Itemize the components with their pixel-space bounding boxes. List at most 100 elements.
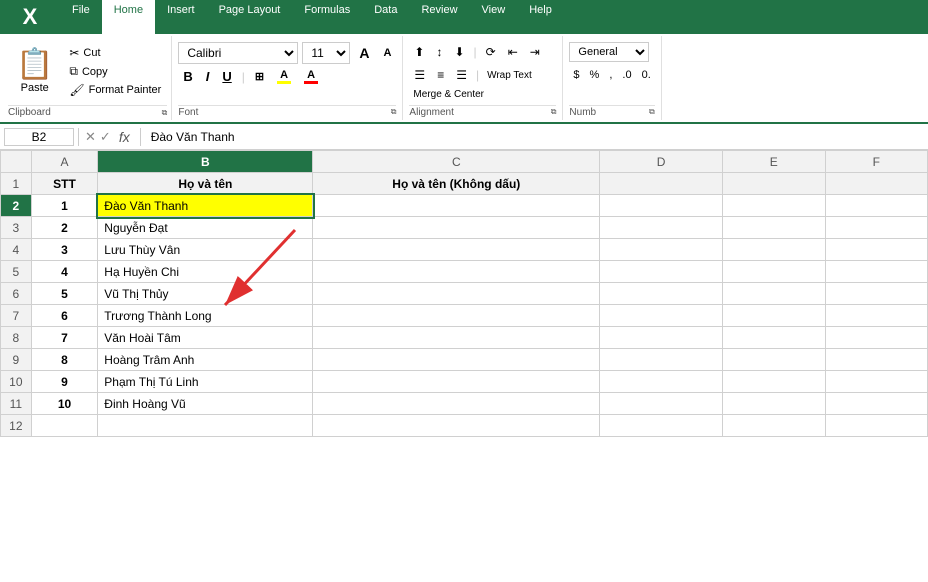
cell-D5[interactable] <box>600 261 723 283</box>
align-center-button[interactable]: ≡ <box>432 65 449 85</box>
row-header-10[interactable]: 10 <box>1 371 32 393</box>
tab-review[interactable]: Review <box>409 0 469 34</box>
font-grow-button[interactable]: A <box>354 43 374 63</box>
cell-C11[interactable] <box>313 393 600 415</box>
cell-B11[interactable]: Đinh Hoàng Vũ <box>98 393 313 415</box>
cell-E1[interactable] <box>723 173 825 195</box>
formula-cancel-button[interactable]: ✕ <box>83 129 98 145</box>
underline-button[interactable]: U <box>217 67 236 86</box>
cell-E7[interactable] <box>723 305 825 327</box>
col-header-b[interactable]: B <box>98 151 313 173</box>
font-expand-icon[interactable]: ⧉ <box>391 107 397 118</box>
decimal-increase-button[interactable]: .0 <box>618 66 635 84</box>
copy-button[interactable]: ⧉ Copy <box>65 62 165 81</box>
align-top-button[interactable]: ⬆ <box>409 42 429 62</box>
font-shrink-button[interactable]: A <box>378 45 396 61</box>
tab-data[interactable]: Data <box>362 0 409 34</box>
cell-F4[interactable] <box>825 239 927 261</box>
text-direction-button[interactable]: ⟳ <box>481 42 501 62</box>
cell-C6[interactable] <box>313 283 600 305</box>
cell-B8[interactable]: Văn Hoài Tâm <box>98 327 313 349</box>
cell-C5[interactable] <box>313 261 600 283</box>
font-color-button[interactable]: A <box>299 67 323 86</box>
row-header-3[interactable]: 3 <box>1 217 32 239</box>
cell-C10[interactable] <box>313 371 600 393</box>
cell-B9[interactable]: Hoàng Trâm Anh <box>98 349 313 371</box>
fill-color-button[interactable]: A <box>272 67 296 86</box>
cell-F10[interactable] <box>825 371 927 393</box>
cell-D4[interactable] <box>600 239 723 261</box>
cell-B1[interactable]: Họ và tên <box>98 173 313 195</box>
cell-D2[interactable] <box>600 195 723 217</box>
comma-button[interactable]: , <box>605 66 616 84</box>
cell-F11[interactable] <box>825 393 927 415</box>
paste-button[interactable]: 📋 Paste <box>8 38 61 105</box>
cell-B3[interactable]: Nguyễn Đạt <box>98 217 313 239</box>
cell-F8[interactable] <box>825 327 927 349</box>
alignment-expand-icon[interactable]: ⧉ <box>551 107 557 118</box>
row-header-4[interactable]: 4 <box>1 239 32 261</box>
cell-B4[interactable]: Lưu Thùy Vân <box>98 239 313 261</box>
cell-D7[interactable] <box>600 305 723 327</box>
cell-F12[interactable] <box>825 415 927 437</box>
cell-A1[interactable]: STT <box>31 173 98 195</box>
cell-C12[interactable] <box>313 415 600 437</box>
cell-F3[interactable] <box>825 217 927 239</box>
tab-view[interactable]: View <box>470 0 518 34</box>
col-header-a[interactable]: A <box>31 151 98 173</box>
cell-A8[interactable]: 7 <box>31 327 98 349</box>
row-header-8[interactable]: 8 <box>1 327 32 349</box>
cell-E4[interactable] <box>723 239 825 261</box>
cell-E6[interactable] <box>723 283 825 305</box>
row-header-5[interactable]: 5 <box>1 261 32 283</box>
cell-D12[interactable] <box>600 415 723 437</box>
col-header-f[interactable]: F <box>825 151 927 173</box>
cell-D8[interactable] <box>600 327 723 349</box>
indent-increase-button[interactable]: ⇥ <box>525 42 545 62</box>
cell-B12[interactable] <box>98 415 313 437</box>
cell-A3[interactable]: 2 <box>31 217 98 239</box>
cell-D10[interactable] <box>600 371 723 393</box>
clipboard-expand-icon[interactable]: ⧉ <box>162 108 168 118</box>
cell-F2[interactable] <box>825 195 927 217</box>
cell-B5[interactable]: Hạ Huyền Chi <box>98 261 313 283</box>
format-painter-button[interactable]: 🖌 Format Painter <box>65 81 165 99</box>
row-header-11[interactable]: 11 <box>1 393 32 415</box>
row-header-9[interactable]: 9 <box>1 349 32 371</box>
tab-page-layout[interactable]: Page Layout <box>207 0 293 34</box>
number-format-select[interactable]: General <box>569 42 649 62</box>
cut-button[interactable]: ✂ Cut <box>65 44 165 62</box>
tab-formulas[interactable]: Formulas <box>292 0 362 34</box>
cell-B2[interactable]: Đào Văn Thanh <box>98 195 313 217</box>
cell-B7[interactable]: Trương Thành Long <box>98 305 313 327</box>
formula-confirm-button[interactable]: ✓ <box>98 129 113 145</box>
cell-A9[interactable]: 8 <box>31 349 98 371</box>
cell-A5[interactable]: 4 <box>31 261 98 283</box>
cell-C2[interactable] <box>313 195 600 217</box>
cell-A11[interactable]: 10 <box>31 393 98 415</box>
cell-C9[interactable] <box>313 349 600 371</box>
border-button[interactable]: ⊞ <box>250 68 269 85</box>
cell-A7[interactable]: 6 <box>31 305 98 327</box>
align-bottom-button[interactable]: ⬇ <box>449 42 469 62</box>
row-header-12[interactable]: 12 <box>1 415 32 437</box>
indent-decrease-button[interactable]: ⇤ <box>503 42 523 62</box>
cell-C1[interactable]: Họ và tên (Không dấu) <box>313 173 600 195</box>
cell-reference-box[interactable] <box>4 128 74 146</box>
col-header-c[interactable]: C <box>313 151 600 173</box>
cell-F1[interactable] <box>825 173 927 195</box>
cell-C3[interactable] <box>313 217 600 239</box>
cell-E11[interactable] <box>723 393 825 415</box>
tab-help[interactable]: Help <box>517 0 564 34</box>
cell-F5[interactable] <box>825 261 927 283</box>
cell-E12[interactable] <box>723 415 825 437</box>
font-size-select[interactable]: 11 <box>302 42 350 64</box>
cell-D6[interactable] <box>600 283 723 305</box>
formula-input[interactable] <box>145 130 924 144</box>
font-name-select[interactable]: Calibri <box>178 42 298 64</box>
cell-E2[interactable] <box>723 195 825 217</box>
col-header-e[interactable]: E <box>723 151 825 173</box>
cell-C4[interactable] <box>313 239 600 261</box>
row-header-6[interactable]: 6 <box>1 283 32 305</box>
row-header-2[interactable]: 2 <box>1 195 32 217</box>
